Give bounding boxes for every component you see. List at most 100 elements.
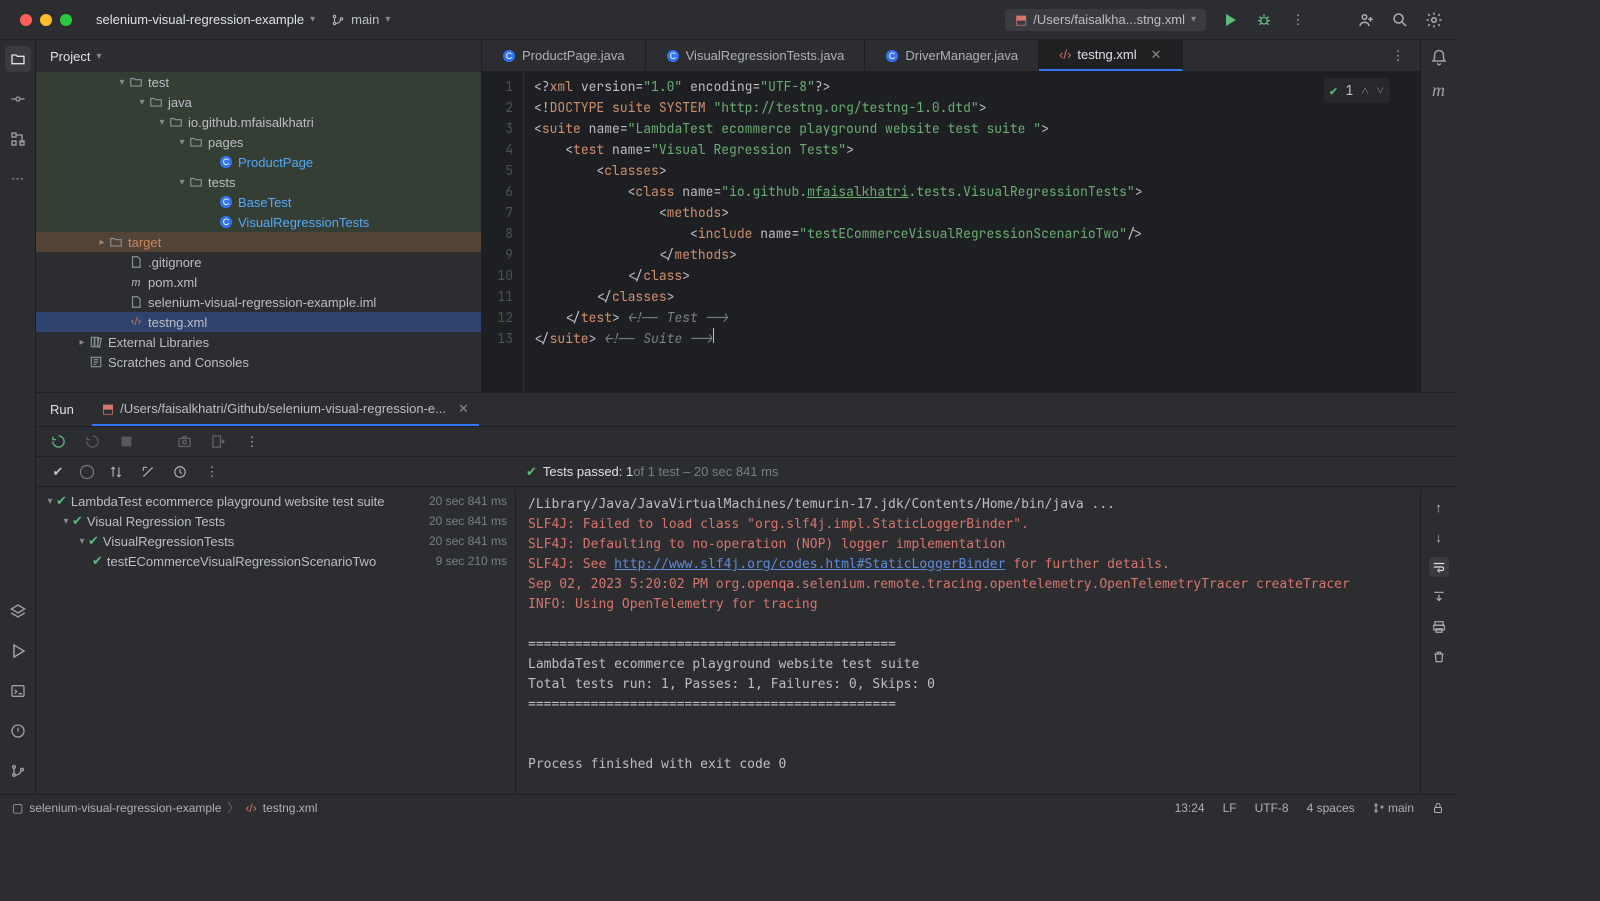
more-button[interactable]: ⋮ — [1288, 10, 1308, 30]
editor-tab-testng-xml[interactable]: ‹/›testng.xml✕ — [1039, 40, 1182, 71]
run-console[interactable]: /Library/Java/JavaVirtualMachines/temuri… — [516, 489, 1420, 794]
code-editor[interactable]: 12345678910111213 <?xml version="1.0" en… — [482, 72, 1420, 392]
rerun-failed-button[interactable] — [82, 432, 102, 452]
run-toolbar: ⋮ — [36, 427, 1456, 457]
tree-item-visualregressiontests[interactable]: CVisualRegressionTests — [36, 212, 481, 232]
breadcrumb-root[interactable]: selenium-visual-regression-example — [29, 801, 221, 815]
window-close-icon[interactable] — [20, 14, 32, 26]
history-icon[interactable] — [170, 462, 190, 482]
print-icon[interactable] — [1429, 617, 1449, 637]
exit-button[interactable] — [208, 432, 228, 452]
show-ignored-icon[interactable] — [77, 462, 97, 482]
editor-tab-visualregressiontests-java[interactable]: CVisualRegressionTests.java — [646, 40, 866, 71]
editor-tab-productpage-java[interactable]: CProductPage.java — [482, 40, 646, 71]
soft-wrap-icon[interactable] — [1429, 557, 1449, 577]
branch-icon — [331, 13, 345, 27]
test-row[interactable]: ▾✔VisualRegressionTests20 sec 841 ms — [36, 531, 515, 551]
test-row[interactable]: ▾✔LambdaTest ecommerce playground websit… — [36, 491, 515, 511]
search-icon[interactable] — [1390, 10, 1410, 30]
scroll-up-icon[interactable]: ↑ — [1429, 497, 1449, 517]
editor-tab-drivermanager-java[interactable]: CDriverManager.java — [865, 40, 1039, 71]
test-row[interactable]: ✔testECommerceVisualRegressionScenarioTw… — [36, 551, 515, 571]
terminal-tool-icon[interactable] — [5, 678, 31, 704]
tree-item-testng-xml[interactable]: ‹/›testng.xml — [36, 312, 481, 332]
status-branch[interactable]: main — [1373, 801, 1414, 815]
status-indent[interactable]: 4 spaces — [1307, 801, 1355, 815]
right-tool-strip: m — [1420, 40, 1456, 392]
close-icon[interactable]: ✕ — [458, 401, 469, 417]
stop-button[interactable] — [116, 432, 136, 452]
project-tree[interactable]: ▾test▾java▾io.github.mfaisalkhatri▾pages… — [36, 72, 481, 392]
tab-options-icon[interactable]: ⋮ — [1388, 46, 1408, 66]
services-tool-icon[interactable] — [5, 598, 31, 624]
tree-item-io-github-mfaisalkhatri[interactable]: ▾io.github.mfaisalkhatri — [36, 112, 481, 132]
run-config-tab[interactable]: ⬒ /Users/faisalkhatri/Github/selenium-vi… — [92, 393, 479, 426]
notifications-icon[interactable] — [1429, 48, 1449, 68]
lock-icon[interactable] — [1432, 802, 1444, 814]
window-minimize-icon[interactable] — [40, 14, 52, 26]
more-button[interactable]: ⋮ — [242, 432, 262, 452]
more-tool-icon[interactable]: ⋯ — [5, 166, 31, 192]
macos-traffic-lights — [12, 14, 80, 26]
structure-tool-icon[interactable] — [5, 126, 31, 152]
run-configuration-selector[interactable]: ⬒ /Users/faisalkha...stng.xml ▾ — [1005, 9, 1206, 31]
tree-item-basetest[interactable]: CBaseTest — [36, 192, 481, 212]
scroll-down-icon[interactable]: ↓ — [1429, 527, 1449, 547]
tree-item-java[interactable]: ▾java — [36, 92, 481, 112]
settings-icon[interactable] — [1424, 10, 1444, 30]
check-ok-icon: ✔ — [1330, 80, 1338, 101]
testng-icon: ⬒ — [1015, 12, 1027, 28]
rerun-button[interactable] — [48, 432, 68, 452]
project-selector[interactable]: selenium-visual-regression-example ▾ — [96, 12, 315, 27]
code-body[interactable]: <?xml version="1.0" encoding="UTF-8"?><!… — [524, 72, 1420, 392]
tree-item-scratches-and-consoles[interactable]: Scratches and Consoles — [36, 352, 481, 372]
tree-item-selenium-visual-regression-example-iml[interactable]: selenium-visual-regression-example.iml — [36, 292, 481, 312]
chevron-down-icon: ▾ — [1191, 14, 1196, 25]
test-results-tree[interactable]: ▾✔LambdaTest ecommerce playground websit… — [36, 489, 516, 794]
svg-text:C: C — [223, 157, 230, 167]
project-sidebar: Project ▾ ▾test▾java▾io.github.mfaisalkh… — [36, 40, 482, 392]
tree-item-productpage[interactable]: CProductPage — [36, 152, 481, 172]
tests-passed-label: Tests passed: 1 — [543, 464, 633, 479]
tree-item-target[interactable]: ▸target — [36, 232, 481, 252]
project-panel-header[interactable]: Project ▾ — [36, 40, 481, 72]
tree-item-external-libraries[interactable]: ▸External Libraries — [36, 332, 481, 352]
status-line-sep[interactable]: LF — [1223, 801, 1237, 815]
up-icon[interactable]: ˄ — [1361, 80, 1368, 101]
run-tool-icon[interactable] — [5, 638, 31, 664]
svg-text:C: C — [889, 51, 896, 61]
sort-icon[interactable] — [106, 462, 126, 482]
tests-summary-bar: ✔ Tests passed: 1 of 1 test – 20 sec 841… — [516, 457, 1456, 487]
run-button[interactable] — [1220, 10, 1240, 30]
expand-all-icon[interactable] — [138, 462, 158, 482]
debug-button[interactable] — [1254, 10, 1274, 30]
breadcrumb-file[interactable]: testng.xml — [263, 801, 318, 815]
show-passed-icon[interactable]: ✔ — [48, 462, 68, 482]
inspection-widget[interactable]: ✔ 1 ˄ ˅ — [1324, 78, 1390, 103]
problems-tool-icon[interactable] — [5, 718, 31, 744]
project-name-label: selenium-visual-regression-example — [96, 12, 304, 27]
more-icon[interactable]: ⋮ — [202, 462, 222, 482]
module-icon: ▢ — [12, 801, 23, 815]
status-encoding[interactable]: UTF-8 — [1255, 801, 1289, 815]
tree-item--gitignore[interactable]: .gitignore — [36, 252, 481, 272]
commit-tool-icon[interactable] — [5, 86, 31, 112]
clear-icon[interactable] — [1429, 647, 1449, 667]
tree-item-tests[interactable]: ▾tests — [36, 172, 481, 192]
git-tool-icon[interactable] — [5, 758, 31, 784]
tree-item-test[interactable]: ▾test — [36, 72, 481, 92]
run-tab-label[interactable]: Run — [50, 402, 74, 417]
down-icon[interactable]: ˅ — [1377, 80, 1384, 101]
project-tool-icon[interactable] — [5, 46, 31, 72]
test-row[interactable]: ▾✔Visual Regression Tests20 sec 841 ms — [36, 511, 515, 531]
branch-selector[interactable]: main ▾ — [331, 12, 390, 27]
code-with-me-icon[interactable] — [1356, 10, 1376, 30]
window-maximize-icon[interactable] — [60, 14, 72, 26]
tree-item-pages[interactable]: ▾pages — [36, 132, 481, 152]
testng-icon: ⬒ — [102, 401, 114, 417]
maven-tool-icon[interactable]: m — [1432, 80, 1445, 101]
editor-area: CProductPage.javaCVisualRegressionTests.… — [482, 40, 1420, 392]
scroll-to-end-icon[interactable] — [1429, 587, 1449, 607]
tree-item-pom-xml[interactable]: mpom.xml — [36, 272, 481, 292]
screenshot-button[interactable] — [174, 432, 194, 452]
